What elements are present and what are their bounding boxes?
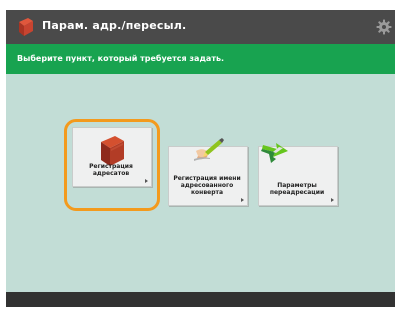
arrow-icon [145,179,148,183]
gear-icon[interactable] [376,19,392,35]
bottom-bar [6,292,395,307]
arrow-icon [241,198,244,202]
pen-write-icon [194,138,224,161]
tile-register-envelope-name[interactable]: Регистрация имени адресованного конверта [168,138,248,206]
arrow-icon [331,198,334,202]
book-icon [19,18,33,36]
instruction-bar: Выберите пункт, который требуется задать… [6,44,395,74]
tile-label: Параметры переадресации [269,182,325,196]
page-title: Парам. адр./пересыл. [42,19,187,32]
tile-label: Регистрация имени адресованного конверта [173,175,241,196]
tile-forwarding-settings[interactable]: Параметры переадресации [258,143,338,206]
title-bar: Парам. адр./пересыл. [6,10,395,44]
forward-arrow-icon [261,143,288,163]
tile-register-addresses[interactable]: Регистрация адресатов [72,127,152,187]
tile-label: Регистрация адресатов [89,163,133,177]
